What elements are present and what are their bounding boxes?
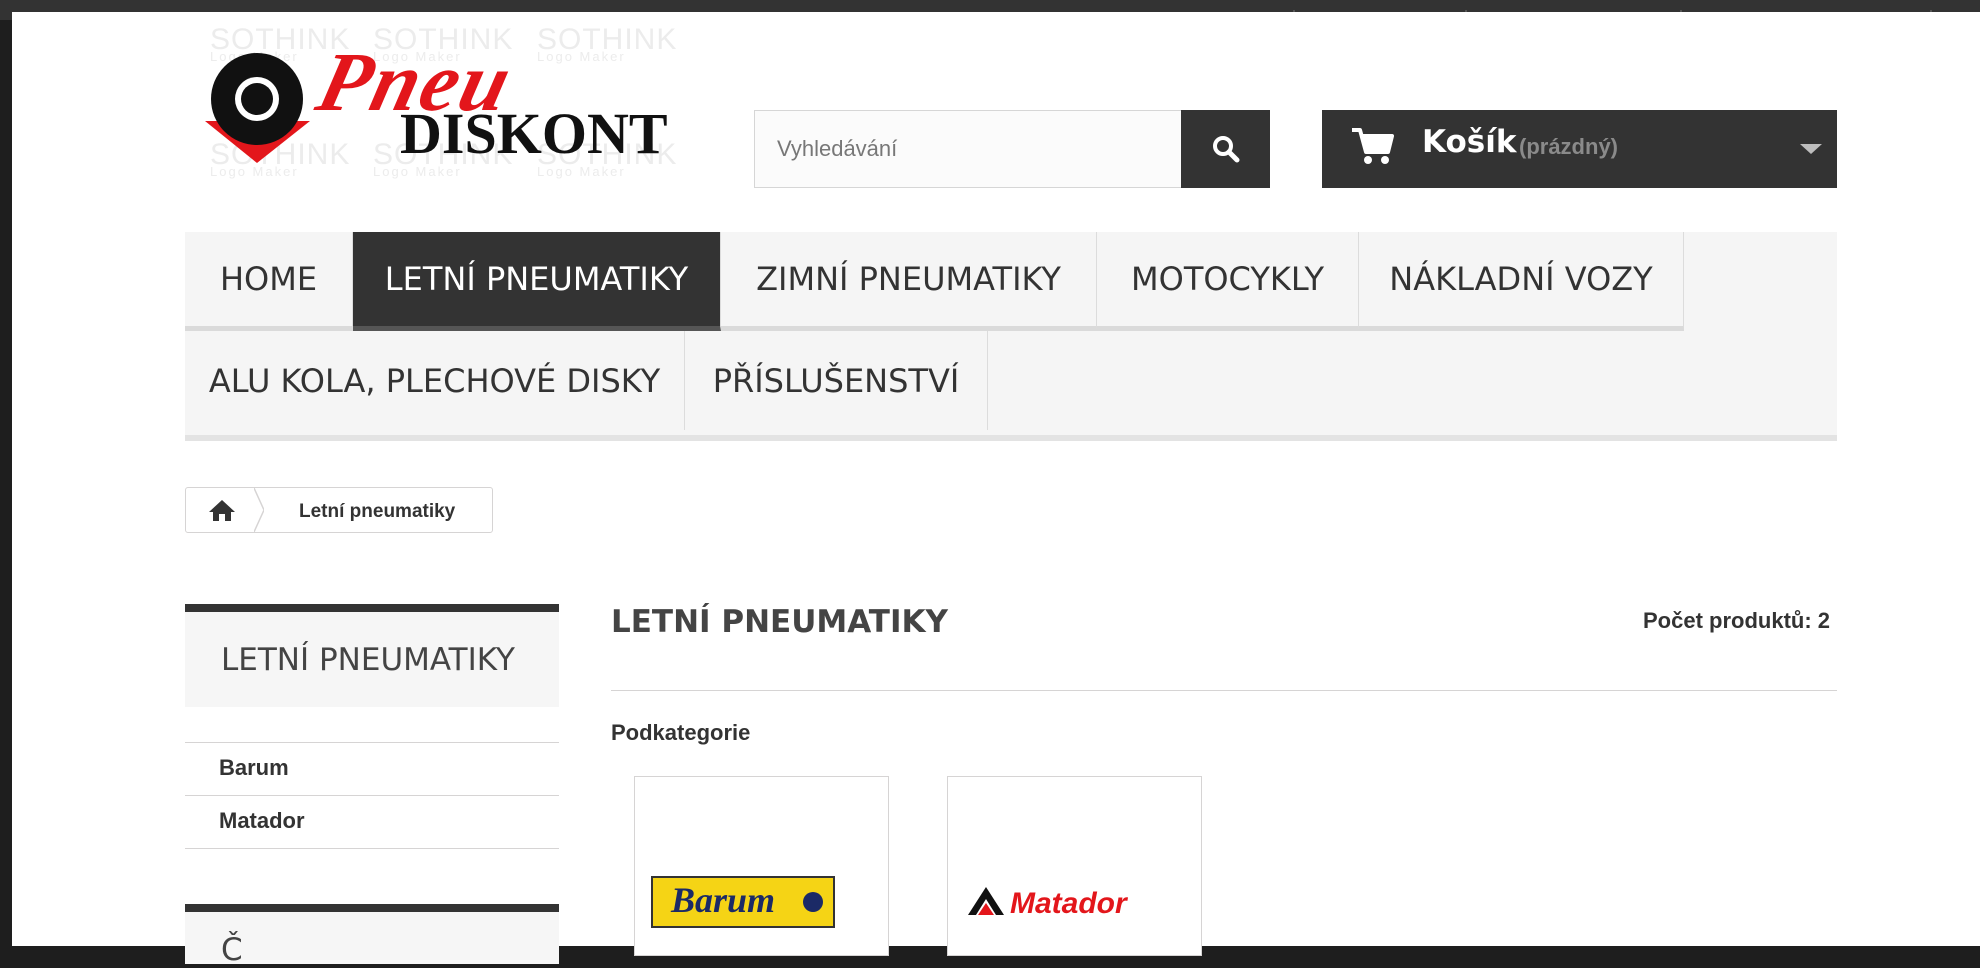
cart-status: (prázdný) (1519, 134, 1618, 159)
barum-emblem-icon (803, 892, 823, 912)
matador-logo: Matador (966, 885, 1127, 922)
barum-logo: Barum (651, 876, 835, 928)
sidebar-second-block: Č (185, 904, 559, 968)
cart-icon (1352, 128, 1394, 164)
search-button[interactable] (1181, 110, 1270, 188)
matador-emblem-icon (968, 887, 1004, 915)
search-input[interactable] (754, 110, 1202, 188)
sidebar-category-list: Barum Matador (185, 742, 559, 849)
menu-item-nakladni-vozy[interactable]: NÁKLADNÍ VOZY (1359, 232, 1684, 331)
watermark-text: SOTHINKLogo Maker (537, 23, 678, 64)
menu-item-alu-kola[interactable]: ALU KOLA, PLECHOVÉ DISKY (185, 331, 685, 430)
menu-item-home[interactable]: HOME (185, 232, 353, 331)
menu-item-zimni-pneumatiky[interactable]: ZIMNÍ PNEUMATIKY (721, 232, 1097, 331)
divider (611, 690, 1837, 691)
breadcrumb-separator (254, 488, 264, 532)
breadcrumb-current: Letní pneumatiky (299, 501, 456, 522)
sidebar-item-barum[interactable]: Barum (185, 743, 559, 796)
menu-item-prislusenstvi[interactable]: PŘÍSLUŠENSTVÍ (685, 331, 988, 430)
cart-button[interactable]: Košík (prázdný) (1322, 110, 1837, 188)
subcategories-heading: Podkategorie (611, 720, 751, 745)
search-icon (1212, 136, 1239, 163)
site-logo[interactable]: SOTHINKLogo Maker SOTHINKLogo Maker SOTH… (195, 23, 685, 181)
sidebar-title: LETNÍ PNEUMATIKY (185, 604, 559, 707)
sidebar-item-matador[interactable]: Matador (185, 796, 559, 849)
product-count: Počet produktů: 2 (1643, 608, 1831, 633)
menu-item-motocykly[interactable]: MOTOCYKLY (1097, 232, 1359, 331)
logo-text-diskont: DISKONT (400, 101, 668, 166)
main-menu: HOME LETNÍ PNEUMATIKY ZIMNÍ PNEUMATIKY M… (185, 232, 1837, 441)
sidebar-second-block-title: Č (221, 932, 243, 968)
breadcrumb: Letní pneumatiky (185, 487, 493, 533)
breadcrumb-home-link[interactable] (186, 488, 258, 532)
chevron-down-icon (1800, 144, 1822, 154)
search-bar (754, 110, 1270, 188)
page-title: LETNÍ PNEUMATIKY (611, 604, 948, 640)
subcategory-card-barum[interactable]: Barum (634, 776, 889, 956)
cart-label: Košík (1422, 124, 1517, 160)
home-icon (209, 500, 235, 521)
tire-icon (205, 53, 310, 163)
menu-item-letni-pneumatiky[interactable]: LETNÍ PNEUMATIKY (353, 232, 721, 331)
subcategory-card-matador[interactable]: Matador (947, 776, 1202, 956)
